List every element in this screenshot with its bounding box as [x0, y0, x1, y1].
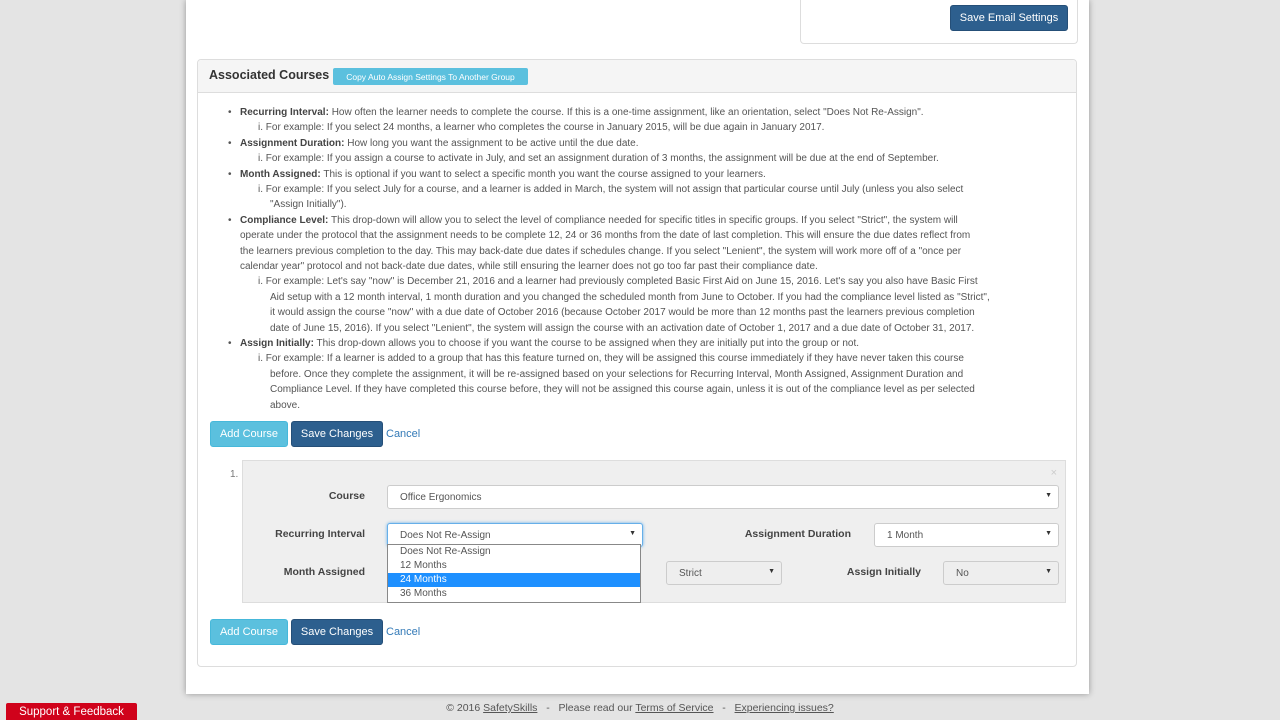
help-example: before. Once they complete the assignmen…: [270, 368, 964, 380]
help-text: operate under the protocol that the assi…: [240, 230, 971, 242]
course-number: 1.: [230, 469, 239, 480]
assign-initially-select[interactable]: No ▼: [943, 561, 1059, 585]
chevron-down-icon: ▼: [1045, 492, 1052, 499]
help-example: above.: [270, 399, 301, 411]
help-text: the learners previous completion to the …: [240, 245, 962, 257]
help-example: "Assign Initially").: [270, 199, 347, 211]
save-changes-button[interactable]: Save Changes: [291, 421, 383, 447]
month-assigned-label: Month Assigned: [283, 566, 365, 578]
save-email-settings-button[interactable]: Save Email Settings: [950, 5, 1068, 31]
add-course-button[interactable]: Add Course: [210, 619, 288, 645]
compliance-level-select[interactable]: Strict ▼: [666, 561, 782, 585]
help-text: calendar year" protocol and not back-dat…: [240, 261, 818, 272]
help-example: i. For example: If a learner is added to…: [258, 353, 964, 365]
cancel-link[interactable]: Cancel: [386, 626, 420, 638]
help-example: i. For example: Let's say "now" is Decem…: [258, 276, 978, 288]
save-changes-button[interactable]: Save Changes: [291, 619, 383, 645]
cancel-link[interactable]: Cancel: [386, 428, 420, 440]
option-does-not-reassign[interactable]: Does Not Re-Assign: [388, 545, 640, 559]
course-select[interactable]: Office Ergonomics ▼: [387, 485, 1059, 509]
close-icon[interactable]: ×: [1051, 467, 1057, 479]
chevron-down-icon: ▼: [768, 568, 775, 575]
footer: © 2016 SafetySkills - Please read our Te…: [446, 702, 834, 714]
option-36-months[interactable]: 36 Months: [388, 587, 640, 601]
terms-link[interactable]: Terms of Service: [635, 702, 713, 714]
panel-title: Associated Courses: [209, 68, 330, 82]
option-12-months[interactable]: 12 Months: [388, 559, 640, 573]
copy-settings-button[interactable]: Copy Auto Assign Settings To Another Gro…: [333, 68, 528, 85]
recurring-interval-options: Does Not Re-Assign 12 Months 24 Months 3…: [387, 544, 641, 603]
main-page: Save Email Settings Associated Courses C…: [186, 0, 1089, 694]
assign-initially-label: Assign Initially: [846, 566, 921, 578]
add-course-button[interactable]: Add Course: [210, 421, 288, 447]
help-example: i. For example: If you select 24 months,…: [258, 122, 825, 134]
brand-link[interactable]: SafetySkills: [483, 702, 537, 714]
help-example: i. For example: If you assign a course t…: [258, 153, 939, 165]
course-item-card: × Course Office Ergonomics ▼ Recurring In…: [242, 460, 1066, 603]
support-feedback-button[interactable]: Support & Feedback: [6, 703, 137, 720]
recurring-interval-label: Recurring Interval: [275, 528, 365, 540]
course-label: Course: [328, 490, 365, 502]
issues-link[interactable]: Experiencing issues?: [735, 702, 834, 714]
help-example: date of June 15, 2016). If you select "L…: [270, 322, 975, 334]
email-settings-box: Save Email Settings: [800, 0, 1078, 44]
help-example: Compliance Level. If they have completed…: [270, 384, 975, 396]
chevron-down-icon: ▼: [629, 530, 636, 537]
help-example: it would assign the course "now" with a …: [270, 307, 975, 319]
assignment-duration-select[interactable]: 1 Month ▼: [874, 523, 1059, 547]
option-24-months[interactable]: 24 Months: [388, 573, 640, 587]
assignment-duration-label: Assignment Duration: [744, 528, 851, 540]
help-example: Aid setup with a 12 month interval, 1 mo…: [270, 291, 990, 303]
chevron-down-icon: ▼: [1045, 530, 1052, 537]
panel-header: Associated Courses Copy Auto Assign Sett…: [198, 60, 1076, 93]
chevron-down-icon: ▼: [1045, 568, 1052, 575]
help-example: i. For example: If you select July for a…: [258, 184, 964, 195]
